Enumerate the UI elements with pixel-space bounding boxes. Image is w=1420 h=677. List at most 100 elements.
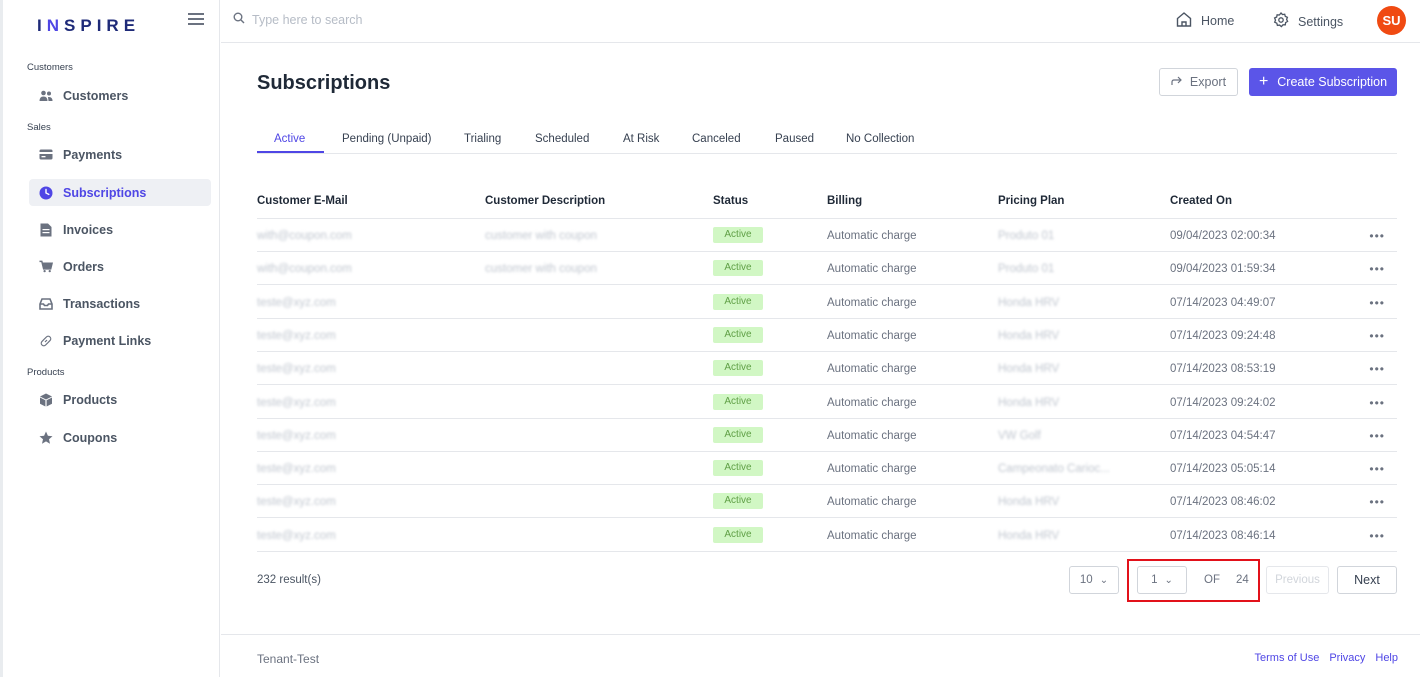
brand-logo[interactable]: INSPIRE	[37, 16, 140, 36]
export-button[interactable]: Export	[1159, 68, 1238, 96]
section-label-customers: Customers	[27, 62, 73, 73]
section-label-sales: Sales	[27, 122, 51, 133]
tab-trialing[interactable]: Trialing	[464, 133, 501, 145]
cell-customer-email: teste@xyz.com	[257, 496, 336, 509]
row-actions-icon[interactable]: •••	[1369, 396, 1385, 410]
row-actions-icon[interactable]: •••	[1369, 229, 1385, 243]
row-actions-icon[interactable]: •••	[1369, 495, 1385, 509]
table-row[interactable]: teste@xyz.com Active Automatic charge Honda…	[257, 519, 1397, 552]
cell-pricing-plan: Honda HRV	[998, 496, 1060, 509]
cell-customer-description: customer with coupon	[485, 230, 597, 242]
hamburger-menu-icon[interactable]	[188, 13, 204, 27]
table-row[interactable]: teste@xyz.com Active Automatic charge Honda…	[257, 286, 1397, 319]
table-row[interactable]: teste@xyz.com Active Automatic charge Honda…	[257, 386, 1397, 419]
sidebar-item-invoices[interactable]: Invoices	[29, 216, 211, 243]
status-badge: Active	[713, 393, 763, 410]
table-row[interactable]: teste@xyz.com Active Automatic charge Honda…	[257, 319, 1397, 352]
cell-pricing-plan: Produto 01	[998, 230, 1055, 242]
export-label: Export	[1189, 75, 1227, 89]
sidebar-item-label: Coupons	[63, 430, 118, 445]
plus-icon: +	[1258, 73, 1269, 90]
sidebar-item-payment-links[interactable]: Payment Links	[29, 327, 211, 354]
tab-paused[interactable]: Paused	[775, 133, 814, 145]
brand-logo-part: I	[37, 16, 47, 35]
cell-pricing-plan: Honda HRV	[998, 329, 1060, 342]
sidebar-item-subscriptions[interactable]: Subscriptions	[29, 179, 211, 206]
cell-customer-email: teste@xyz.com	[257, 529, 336, 542]
sidebar-item-payments[interactable]: Payments	[29, 141, 211, 168]
status-badge: Active	[713, 426, 763, 443]
footer-links: Terms of Use Privacy Help	[1255, 652, 1398, 664]
column-header-billing[interactable]: Billing	[827, 195, 862, 207]
cell-created-on: 09/04/2023 01:59:34	[1170, 263, 1276, 276]
row-actions-icon[interactable]: •••	[1369, 262, 1385, 276]
brand-logo-part: SPIRE	[64, 16, 141, 35]
row-actions-icon[interactable]: •••	[1369, 462, 1385, 476]
tab-active[interactable]: Active	[274, 133, 305, 145]
tab-pending-unpaid[interactable]: Pending (Unpaid)	[342, 133, 432, 145]
settings-link[interactable]: Settings	[1273, 12, 1343, 31]
tab-canceled[interactable]: Canceled	[692, 133, 741, 145]
row-actions-icon[interactable]: •••	[1369, 529, 1385, 543]
page-size-select[interactable]: 10 ⌄	[1069, 566, 1119, 594]
cell-created-on: 07/14/2023 04:54:47	[1170, 429, 1276, 442]
next-page-button[interactable]: Next	[1337, 566, 1397, 594]
cell-billing: Automatic charge	[827, 396, 917, 409]
cell-customer-email: teste@xyz.com	[257, 329, 336, 342]
cell-billing: Automatic charge	[827, 230, 917, 242]
sidebar-item-transactions[interactable]: Transactions	[29, 290, 211, 317]
tab-scheduled[interactable]: Scheduled	[535, 133, 589, 145]
tab-no-collection[interactable]: No Collection	[846, 133, 914, 145]
row-actions-icon[interactable]: •••	[1369, 296, 1385, 310]
cell-created-on: 07/14/2023 09:24:02	[1170, 396, 1276, 409]
tab-at-risk[interactable]: At Risk	[623, 133, 659, 145]
cell-pricing-plan: Produto 01	[998, 263, 1055, 276]
inbox-icon	[39, 297, 53, 311]
users-icon	[39, 89, 53, 103]
chevron-down-icon: ⌄	[1099, 574, 1109, 586]
column-header-email[interactable]: Customer E-Mail	[257, 195, 348, 207]
active-tab-indicator	[257, 151, 324, 153]
row-actions-icon[interactable]: •••	[1369, 329, 1385, 343]
column-header-description[interactable]: Customer Description	[485, 195, 605, 207]
cell-billing: Automatic charge	[827, 296, 917, 309]
column-header-pricing-plan[interactable]: Pricing Plan	[998, 195, 1064, 207]
home-link[interactable]: Home	[1176, 12, 1234, 30]
footer: Tenant-Test Terms of Use Privacy Help	[221, 634, 1420, 677]
create-subscription-button[interactable]: + Create Subscription	[1249, 68, 1397, 96]
cell-customer-email: teste@xyz.com	[257, 429, 336, 442]
help-link[interactable]: Help	[1375, 652, 1398, 664]
sidebar-item-coupons[interactable]: Coupons	[29, 424, 211, 451]
table-row[interactable]: teste@xyz.com Active Automatic charge VW Go…	[257, 419, 1397, 452]
status-badge: Active	[713, 260, 763, 277]
row-actions-icon[interactable]: •••	[1369, 429, 1385, 443]
sidebar-item-customers[interactable]: Customers	[29, 82, 211, 109]
sidebar-item-orders[interactable]: Orders	[29, 253, 211, 280]
column-header-status[interactable]: Status	[713, 195, 748, 207]
sidebar-item-products[interactable]: Products	[29, 386, 211, 413]
sidebar-item-label: Payments	[63, 147, 123, 162]
cell-pricing-plan: Campeonato Carioc...	[998, 463, 1110, 476]
previous-page-button[interactable]: Previous	[1266, 566, 1329, 594]
cell-created-on: 07/14/2023 08:46:02	[1170, 496, 1276, 509]
avatar[interactable]: SU	[1377, 6, 1406, 35]
cell-pricing-plan: Honda HRV	[998, 363, 1060, 376]
privacy-link[interactable]: Privacy	[1329, 652, 1365, 664]
table-row[interactable]: teste@xyz.com Active Automatic charge Honda…	[257, 485, 1397, 519]
home-icon	[1176, 12, 1201, 30]
terms-of-use-link[interactable]: Terms of Use	[1255, 652, 1320, 664]
column-header-created-on[interactable]: Created On	[1170, 195, 1232, 207]
table-row[interactable]: with@coupon.com customer with coupon Activ…	[257, 252, 1397, 286]
cell-billing: Automatic charge	[827, 496, 917, 509]
page-size-value: 10	[1079, 574, 1093, 586]
table-row[interactable]: with@coupon.com customer with coupon Activ…	[257, 219, 1397, 252]
cell-customer-description: customer with coupon	[485, 263, 597, 276]
row-actions-icon[interactable]: •••	[1369, 362, 1385, 376]
sidebar-item-label: Customers	[63, 88, 129, 103]
search-input[interactable]	[252, 12, 612, 27]
cell-pricing-plan: Honda HRV	[998, 396, 1060, 409]
table-row[interactable]: teste@xyz.com Active Automatic charge Campe…	[257, 452, 1397, 486]
highlight-box	[1127, 559, 1260, 602]
cell-created-on: 09/04/2023 02:00:34	[1170, 230, 1276, 242]
table-row[interactable]: teste@xyz.com Active Automatic charge Honda…	[257, 352, 1397, 386]
